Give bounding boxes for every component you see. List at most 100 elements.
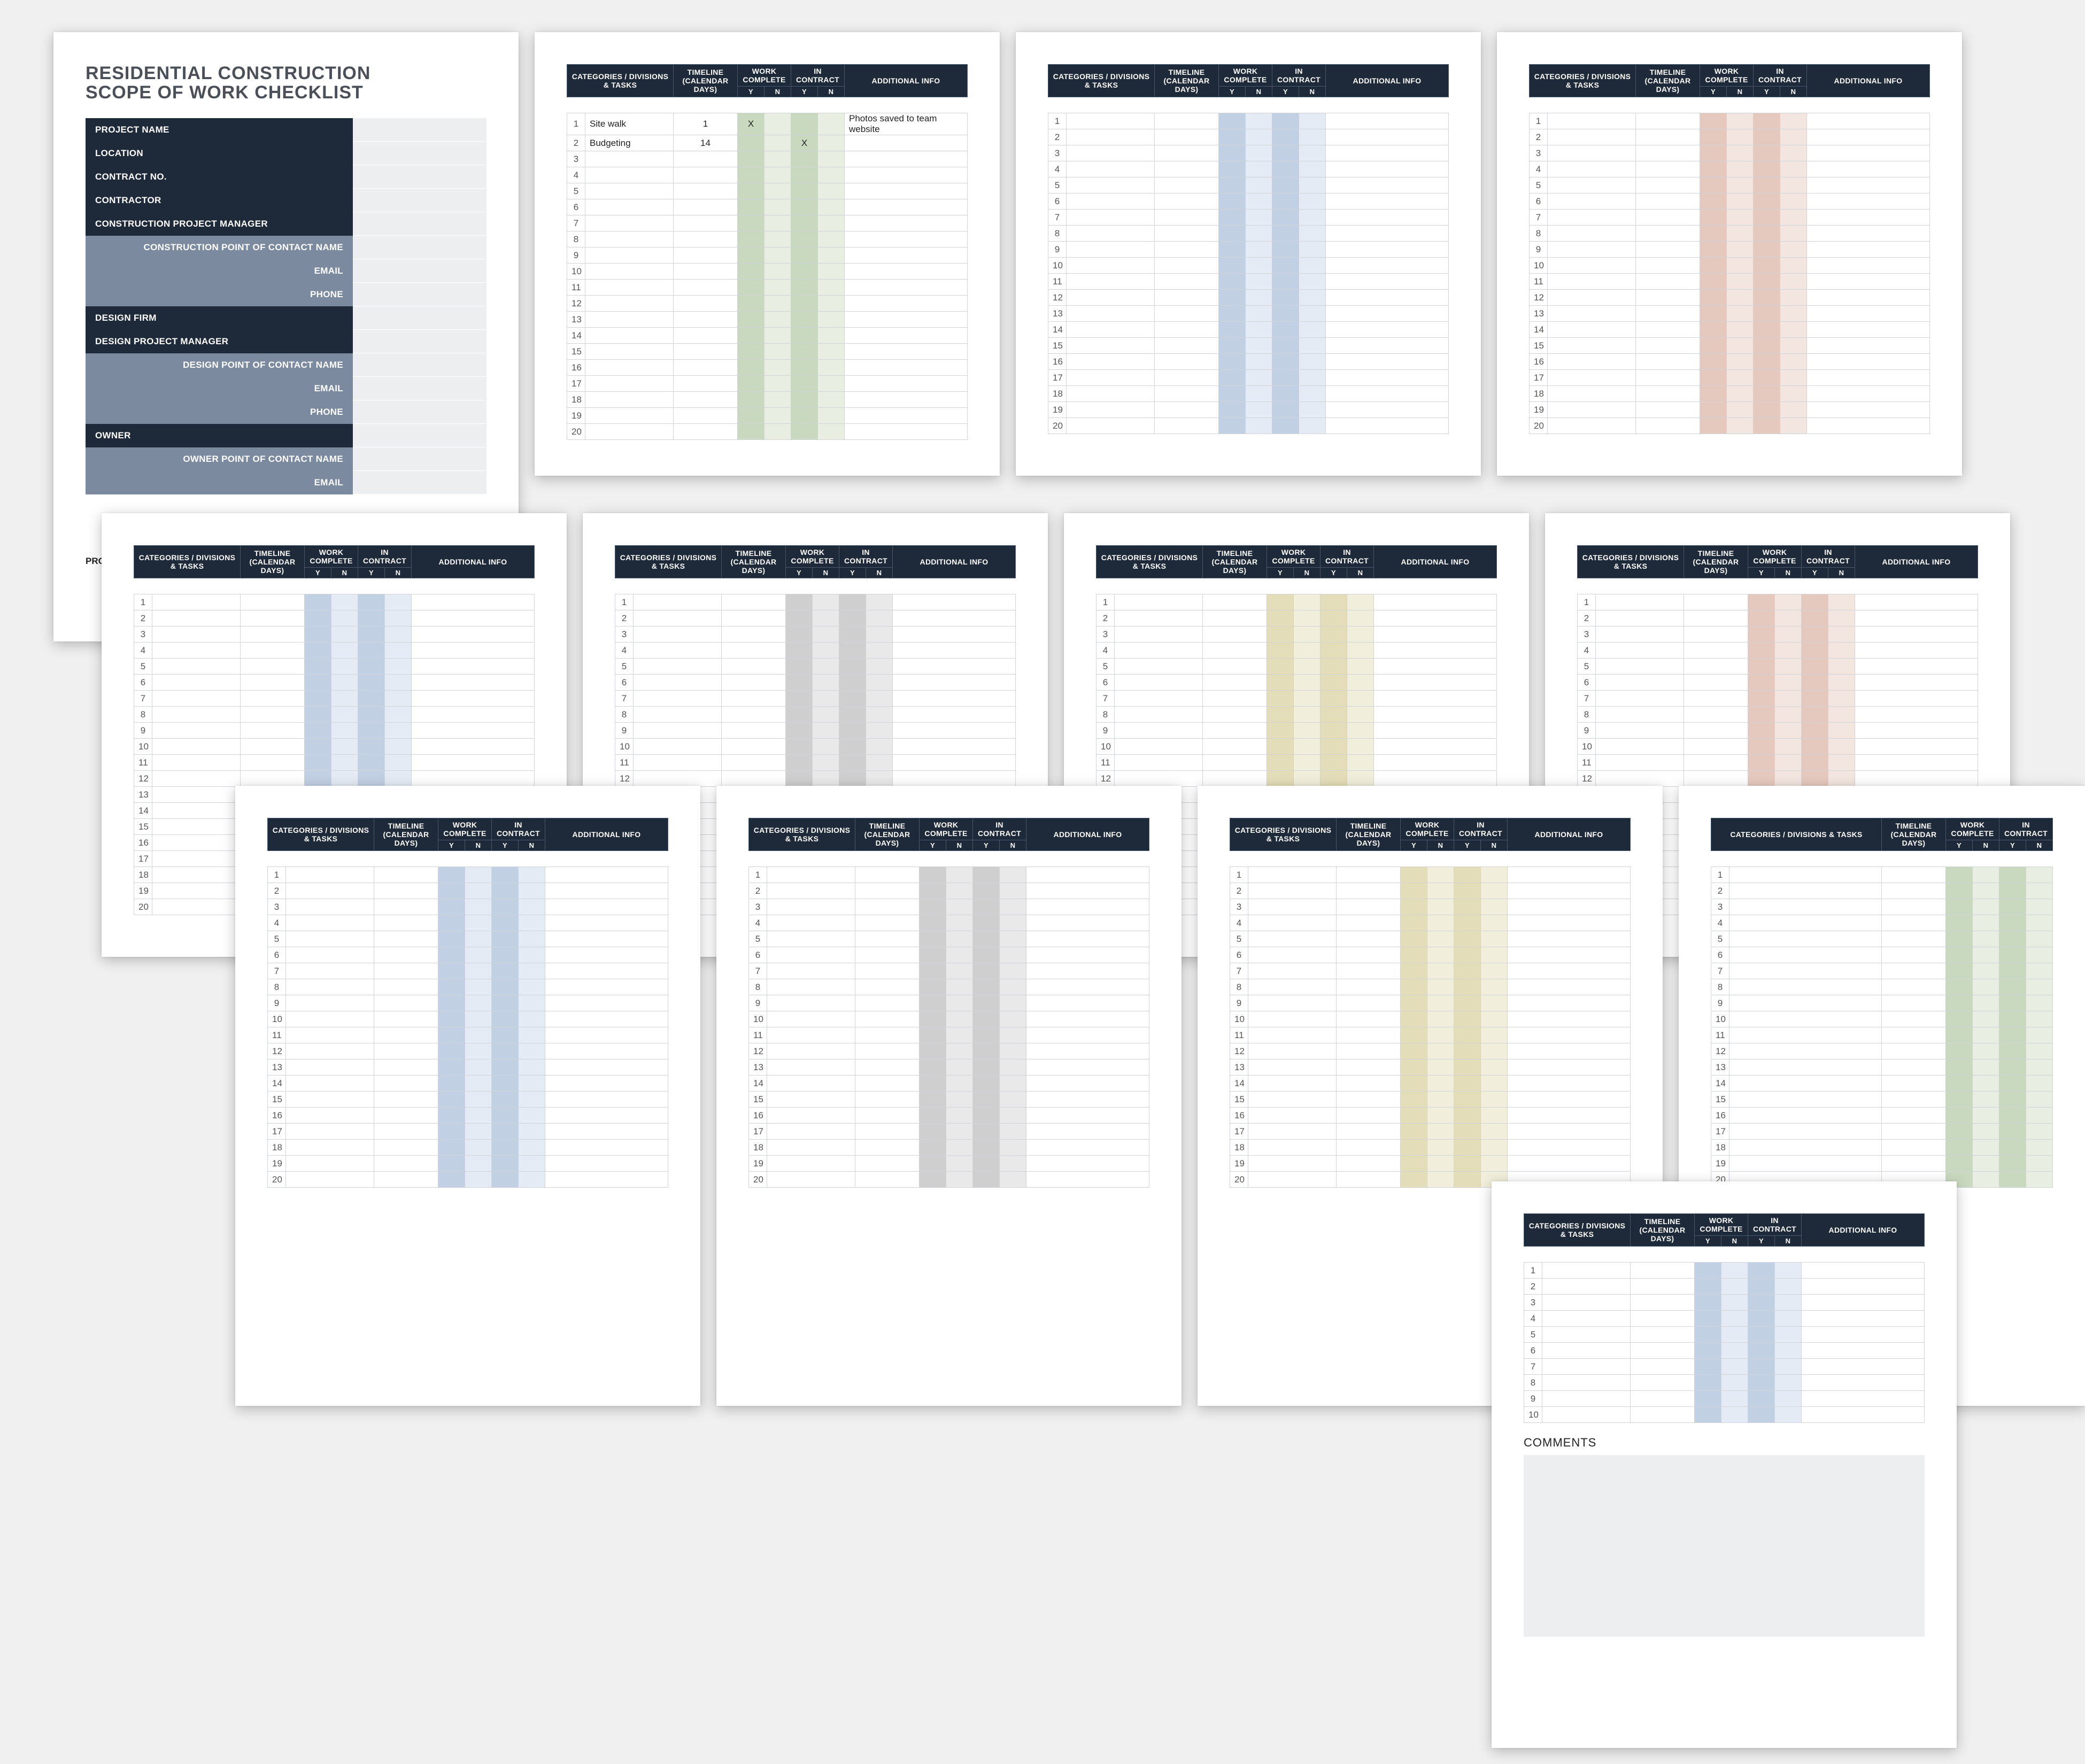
- contract-n-cell[interactable]: [1299, 418, 1326, 434]
- contract-y-cell[interactable]: [791, 360, 818, 376]
- work-y-cell[interactable]: [1748, 626, 1775, 643]
- task-cell[interactable]: [634, 643, 722, 659]
- contract-y-cell[interactable]: [1802, 755, 1828, 771]
- work-n-cell[interactable]: [331, 755, 358, 771]
- work-n-cell[interactable]: [1427, 1172, 1454, 1188]
- contract-n-cell[interactable]: [866, 643, 893, 659]
- work-y-cell[interactable]: [438, 1156, 465, 1172]
- work-y-cell[interactable]: [1267, 755, 1294, 771]
- task-cell[interactable]: [152, 659, 241, 675]
- work-y-cell[interactable]: [1219, 386, 1246, 402]
- work-n-cell[interactable]: [1427, 1076, 1454, 1092]
- work-y-cell[interactable]: [1946, 1156, 1973, 1172]
- work-y-cell[interactable]: [1695, 1311, 1721, 1327]
- info-cell[interactable]: [1508, 1108, 1631, 1124]
- contract-n-cell[interactable]: [2026, 915, 2053, 931]
- contract-n-cell[interactable]: [2026, 1076, 2053, 1092]
- timeline-cell[interactable]: [674, 376, 738, 392]
- work-y-cell[interactable]: [1700, 177, 1727, 194]
- info-cell[interactable]: [545, 963, 668, 979]
- work-y-cell[interactable]: [786, 659, 813, 675]
- contract-y-cell[interactable]: [1320, 594, 1347, 610]
- contract-y-cell[interactable]: [1999, 1140, 2026, 1156]
- work-n-cell[interactable]: [1727, 306, 1754, 322]
- task-cell[interactable]: [1729, 883, 1882, 899]
- task-cell[interactable]: [1548, 322, 1636, 338]
- info-cell[interactable]: [893, 626, 1016, 643]
- work-y-cell[interactable]: [1946, 1092, 1973, 1108]
- timeline-cell[interactable]: [1155, 129, 1219, 145]
- info-cell[interactable]: [893, 643, 1016, 659]
- task-cell[interactable]: [1596, 755, 1684, 771]
- task-cell[interactable]: [1548, 210, 1636, 226]
- task-cell[interactable]: [1729, 979, 1882, 995]
- work-n-cell[interactable]: [946, 1124, 973, 1140]
- contract-n-cell[interactable]: [818, 264, 845, 280]
- info-cell[interactable]: [412, 675, 535, 691]
- work-n-cell[interactable]: [1294, 723, 1320, 739]
- task-cell[interactable]: [1542, 1263, 1631, 1279]
- contract-y-cell[interactable]: [1748, 1327, 1775, 1343]
- contract-y-cell[interactable]: [492, 1108, 519, 1124]
- contract-y-cell[interactable]: [791, 328, 818, 344]
- info-cell[interactable]: [1807, 402, 1930, 418]
- task-cell[interactable]: [152, 771, 241, 787]
- work-y-cell[interactable]: [1946, 1011, 1973, 1027]
- work-n-cell[interactable]: [465, 915, 492, 931]
- work-n-cell[interactable]: [1727, 338, 1754, 354]
- work-n-cell[interactable]: [1427, 1140, 1454, 1156]
- work-y-cell[interactable]: [920, 1059, 946, 1076]
- info-cell[interactable]: [1326, 210, 1449, 226]
- contract-n-cell[interactable]: [519, 1172, 545, 1188]
- contract-n-cell[interactable]: [866, 707, 893, 723]
- timeline-cell[interactable]: [1882, 883, 1946, 899]
- work-n-cell[interactable]: [946, 915, 973, 931]
- contract-y-cell[interactable]: [1272, 402, 1299, 418]
- timeline-cell[interactable]: [1155, 306, 1219, 322]
- work-y-cell[interactable]: [1700, 370, 1727, 386]
- task-cell[interactable]: [1067, 402, 1155, 418]
- info-cell[interactable]: [1326, 145, 1449, 161]
- contract-y-cell[interactable]: [1320, 626, 1347, 643]
- contract-y-cell[interactable]: [1272, 386, 1299, 402]
- task-cell[interactable]: [585, 247, 674, 264]
- work-n-cell[interactable]: [764, 113, 791, 135]
- task-cell[interactable]: [286, 1108, 374, 1124]
- contract-y-cell[interactable]: [358, 691, 385, 707]
- info-cell[interactable]: [1807, 177, 1930, 194]
- contract-n-cell[interactable]: [818, 215, 845, 231]
- task-cell[interactable]: [1729, 1059, 1882, 1076]
- contract-y-cell[interactable]: [973, 1011, 1000, 1027]
- contract-y-cell[interactable]: [1999, 1092, 2026, 1108]
- contract-n-cell[interactable]: [2026, 883, 2053, 899]
- task-cell[interactable]: [286, 1076, 374, 1092]
- contract-y-cell[interactable]: [1802, 723, 1828, 739]
- timeline-cell[interactable]: [374, 915, 438, 931]
- task-cell[interactable]: [1729, 1092, 1882, 1108]
- work-y-cell[interactable]: [1219, 113, 1246, 129]
- work-n-cell[interactable]: [1727, 322, 1754, 338]
- info-cell[interactable]: [545, 1108, 668, 1124]
- task-cell[interactable]: [286, 1124, 374, 1140]
- work-n-cell[interactable]: [1727, 290, 1754, 306]
- work-n-cell[interactable]: [1727, 402, 1754, 418]
- contract-n-cell[interactable]: [1780, 418, 1807, 434]
- timeline-cell[interactable]: [1155, 210, 1219, 226]
- task-cell[interactable]: [1067, 322, 1155, 338]
- contract-n-cell[interactable]: [2026, 1156, 2053, 1172]
- contract-y-cell[interactable]: [1272, 226, 1299, 242]
- info-cell[interactable]: [1026, 1124, 1149, 1140]
- contract-y-cell[interactable]: [492, 867, 519, 883]
- work-n-cell[interactable]: [1775, 691, 1802, 707]
- info-cell[interactable]: [1855, 771, 1978, 787]
- contract-n-cell[interactable]: [1299, 242, 1326, 258]
- info-cell[interactable]: [1326, 290, 1449, 306]
- info-cell[interactable]: [1508, 963, 1631, 979]
- work-n-cell[interactable]: [1973, 1124, 1999, 1140]
- contract-y-cell[interactable]: [1272, 145, 1299, 161]
- work-y-cell[interactable]: [738, 264, 764, 280]
- contract-n-cell[interactable]: [385, 659, 412, 675]
- task-cell[interactable]: [1548, 145, 1636, 161]
- info-cell[interactable]: [845, 151, 968, 167]
- info-cell[interactable]: [1374, 707, 1497, 723]
